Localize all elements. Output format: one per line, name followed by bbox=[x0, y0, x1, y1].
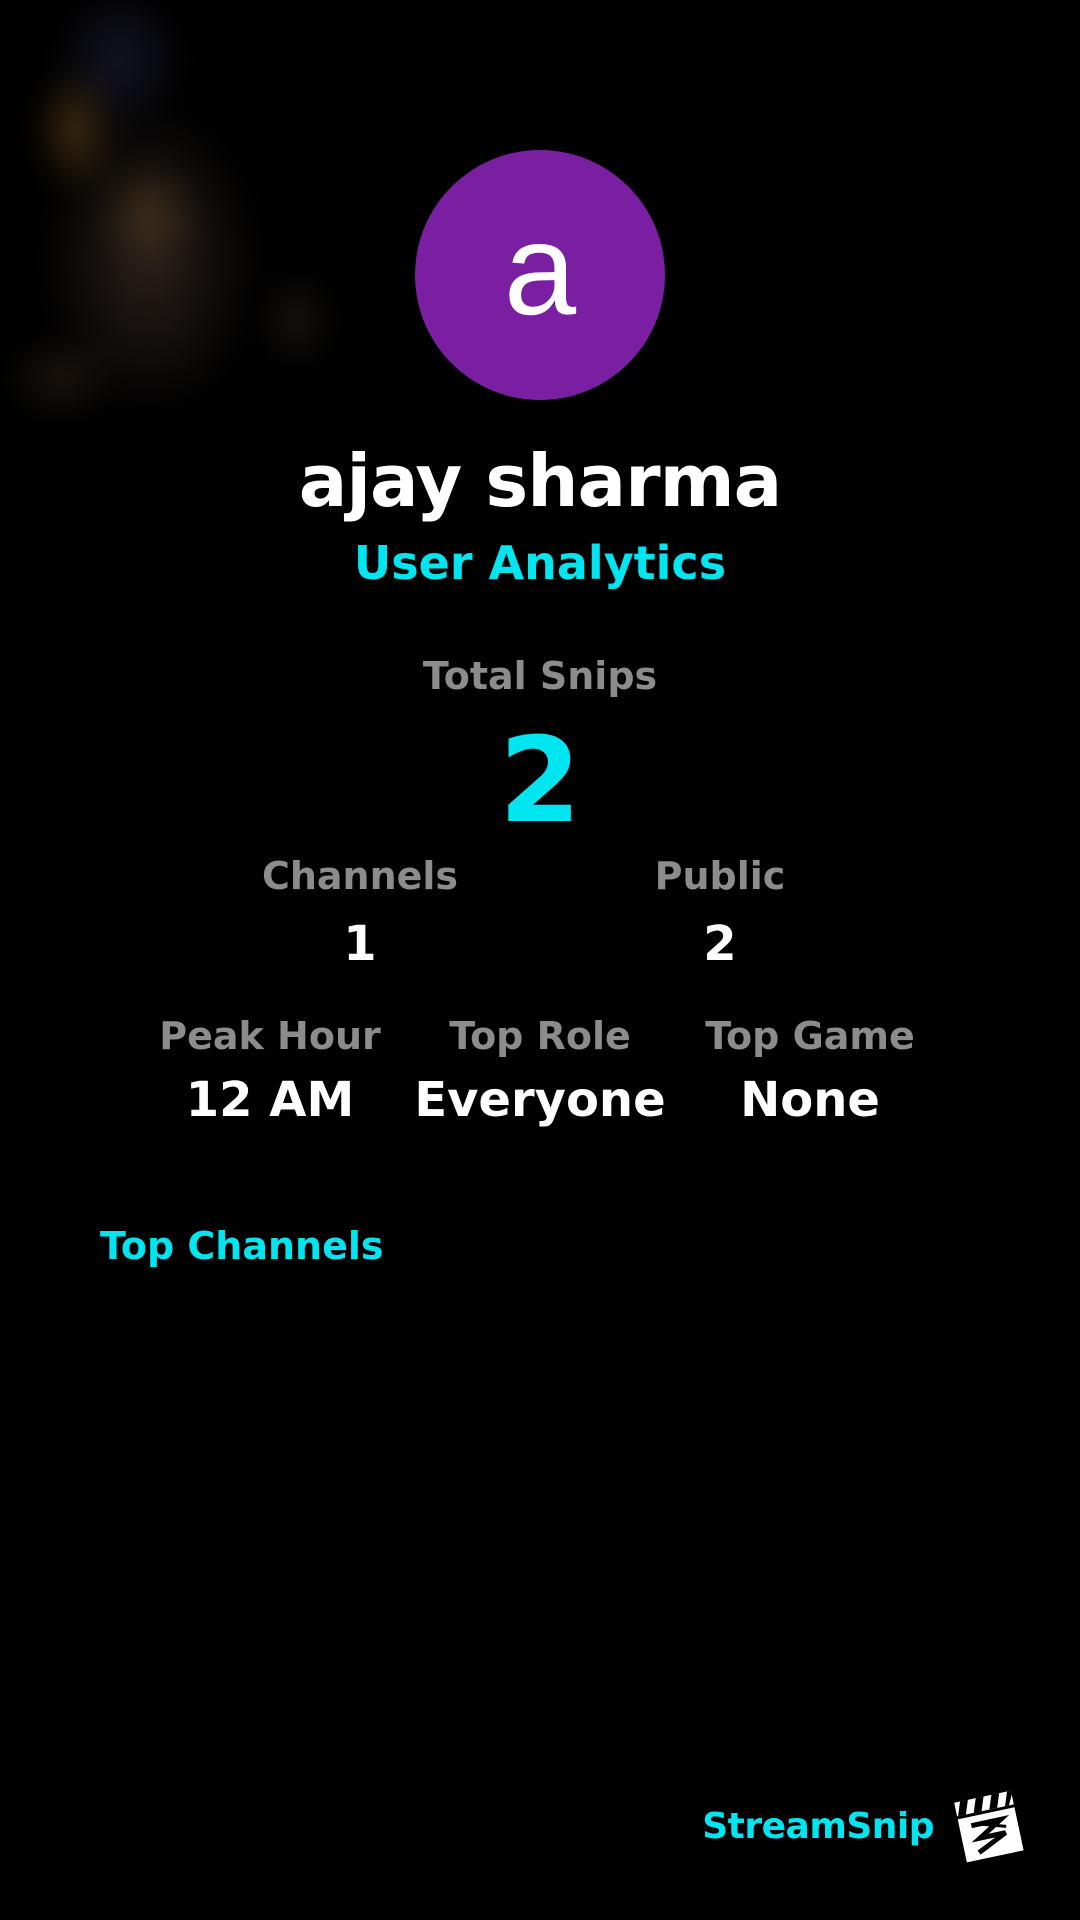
peak-hour-stat: Peak Hour 12 AM bbox=[120, 1012, 420, 1130]
clapperboard-logo-icon bbox=[954, 1790, 1024, 1863]
top-game-label: Top Game bbox=[705, 1014, 915, 1058]
top-role-value: Everyone bbox=[414, 1072, 666, 1128]
channels-label: Channels bbox=[261, 854, 459, 898]
brand-footer: StreamSnip bbox=[702, 1790, 1026, 1864]
peak-hour-value: 12 AM bbox=[185, 1072, 355, 1128]
top-role-stat: Top Role Everyone bbox=[390, 1012, 690, 1130]
public-stat: Public 2 bbox=[560, 852, 880, 974]
public-value: 2 bbox=[703, 916, 737, 972]
user-name: ajay sharma bbox=[298, 439, 782, 523]
total-snips-label: Total Snips bbox=[422, 654, 658, 698]
public-label: Public bbox=[654, 854, 786, 898]
page-subtitle: User Analytics bbox=[353, 536, 727, 590]
top-channels-heading: Top Channels bbox=[100, 1224, 384, 1268]
top-game-value: None bbox=[740, 1072, 880, 1128]
top-game-stat: Top Game None bbox=[660, 1012, 960, 1130]
avatar: a bbox=[415, 150, 665, 400]
channels-stat: Channels 1 bbox=[200, 852, 520, 974]
top-role-label: Top Role bbox=[449, 1014, 631, 1058]
brand-name: StreamSnip bbox=[702, 1806, 934, 1847]
total-snips-value: 2 bbox=[498, 711, 582, 849]
channels-value: 1 bbox=[343, 916, 377, 972]
background-blurred-image bbox=[0, 0, 370, 490]
peak-hour-label: Peak Hour bbox=[159, 1014, 381, 1058]
